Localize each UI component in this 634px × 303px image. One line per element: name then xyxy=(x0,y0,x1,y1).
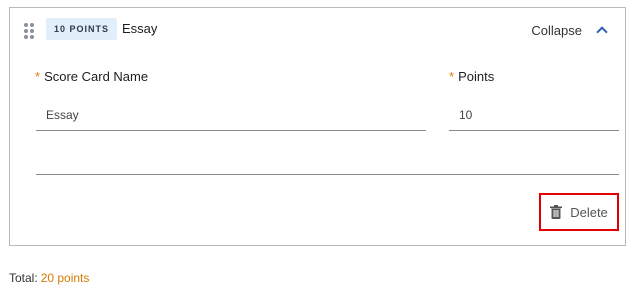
total-label: Total: xyxy=(9,271,38,285)
total-value: 20 points xyxy=(40,271,90,285)
points-badge: 10 POINTS xyxy=(46,18,118,40)
description-input[interactable] xyxy=(36,148,619,175)
score-card: 10 POINTS Essay Collapse * Score Card Nam… xyxy=(9,7,626,246)
drag-handle-icon[interactable] xyxy=(24,23,34,39)
delete-button[interactable]: Delete xyxy=(539,193,619,231)
delete-label: Delete xyxy=(570,204,608,220)
required-marker: * xyxy=(35,69,41,84)
required-marker: * xyxy=(449,69,455,84)
points-label-text: Points xyxy=(458,69,495,84)
trash-icon xyxy=(550,205,563,219)
total-points: Total: 20 points xyxy=(9,270,89,286)
score-card-name-label: * Score Card Name xyxy=(35,69,148,85)
score-card-name-label-text: Score Card Name xyxy=(44,69,149,84)
score-card-name-input[interactable] xyxy=(36,100,426,131)
chevron-up-icon xyxy=(596,26,608,38)
collapse-button[interactable]: Collapse xyxy=(531,19,609,41)
points-input[interactable] xyxy=(449,100,619,131)
collapse-label: Collapse xyxy=(531,22,582,38)
score-card-title: Essay xyxy=(122,21,158,36)
points-label: * Points xyxy=(449,69,494,85)
